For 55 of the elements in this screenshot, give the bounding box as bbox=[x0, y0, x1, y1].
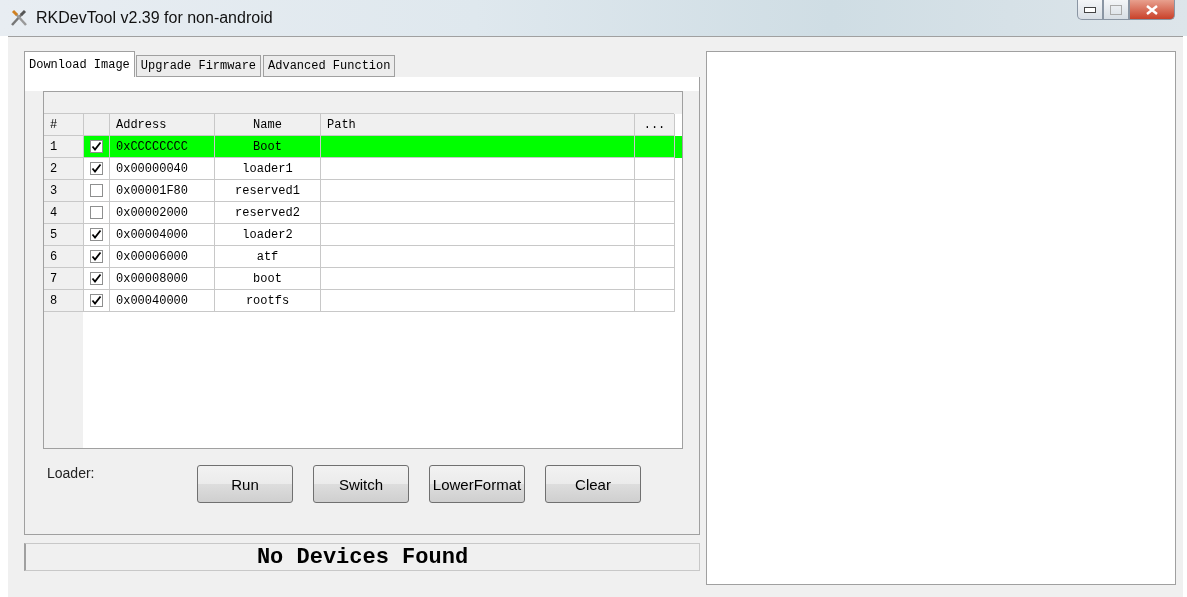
table-cell: 0x00002000 bbox=[110, 202, 215, 224]
column-header: Address bbox=[110, 114, 215, 136]
table-cell: rootfs bbox=[215, 290, 321, 312]
checkbox[interactable] bbox=[90, 206, 103, 219]
column-header: Path bbox=[321, 114, 635, 136]
checkbox[interactable] bbox=[90, 250, 103, 263]
table-cell: Boot bbox=[215, 136, 321, 158]
table-row[interactable]: 1 0xCCCCCCCC Boot bbox=[44, 136, 682, 158]
checkbox[interactable] bbox=[90, 228, 103, 241]
table-cell: 0xCCCCCCCC bbox=[110, 136, 215, 158]
table-cell: reserved2 bbox=[215, 202, 321, 224]
table-cell: 0x00001F80 bbox=[110, 180, 215, 202]
close-icon bbox=[1146, 4, 1158, 15]
close-button[interactable] bbox=[1129, 0, 1175, 20]
action-button[interactable]: Run bbox=[197, 465, 293, 503]
loader-label: Loader: bbox=[46, 465, 96, 481]
column-header: Name bbox=[215, 114, 321, 136]
table-cell: 0x00040000 bbox=[110, 290, 215, 312]
row-number: 7 bbox=[44, 268, 84, 290]
tools-icon bbox=[10, 9, 28, 27]
row-number: 8 bbox=[44, 290, 84, 312]
table-cell: 0x00004000 bbox=[110, 224, 215, 246]
checkbox[interactable] bbox=[90, 140, 103, 153]
table-cell: loader1 bbox=[215, 158, 321, 180]
table-cell: 0x00000040 bbox=[110, 158, 215, 180]
action-button[interactable]: Switch bbox=[313, 465, 409, 503]
checkbox[interactable] bbox=[90, 162, 103, 175]
table-cell: 0x00006000 bbox=[110, 246, 215, 268]
table-cell: loader2 bbox=[215, 224, 321, 246]
minimize-icon bbox=[1084, 6, 1096, 13]
maximize-icon bbox=[1110, 4, 1122, 15]
column-header: # bbox=[44, 114, 84, 136]
minimize-button[interactable] bbox=[1077, 0, 1103, 20]
tab[interactable]: Upgrade Firmware bbox=[135, 55, 262, 77]
checkbox[interactable] bbox=[90, 184, 103, 197]
table-cell: atf bbox=[215, 246, 321, 268]
table-cell: boot bbox=[215, 268, 321, 290]
row-number: 1 bbox=[44, 136, 84, 158]
action-button[interactable]: Clear bbox=[545, 465, 641, 503]
row-number: 4 bbox=[44, 202, 84, 224]
checkbox[interactable] bbox=[90, 272, 103, 285]
row-number: 3 bbox=[44, 180, 84, 202]
tab[interactable]: Advanced Function bbox=[263, 55, 396, 77]
action-button[interactable]: LowerFormat bbox=[429, 465, 525, 503]
row-number: 5 bbox=[44, 224, 84, 246]
window-title: RKDevTool v2.39 for non-android bbox=[36, 9, 274, 27]
row-number: 2 bbox=[44, 158, 84, 180]
table-cell: reserved1 bbox=[215, 180, 321, 202]
checkbox[interactable] bbox=[90, 294, 103, 307]
status-bar: No Devices Found bbox=[24, 543, 700, 571]
table-cell: 0x00008000 bbox=[110, 268, 215, 290]
row-number: 6 bbox=[44, 246, 84, 268]
tab[interactable]: Download Image bbox=[24, 51, 135, 77]
column-header bbox=[84, 114, 110, 136]
column-header: ... bbox=[635, 114, 675, 136]
